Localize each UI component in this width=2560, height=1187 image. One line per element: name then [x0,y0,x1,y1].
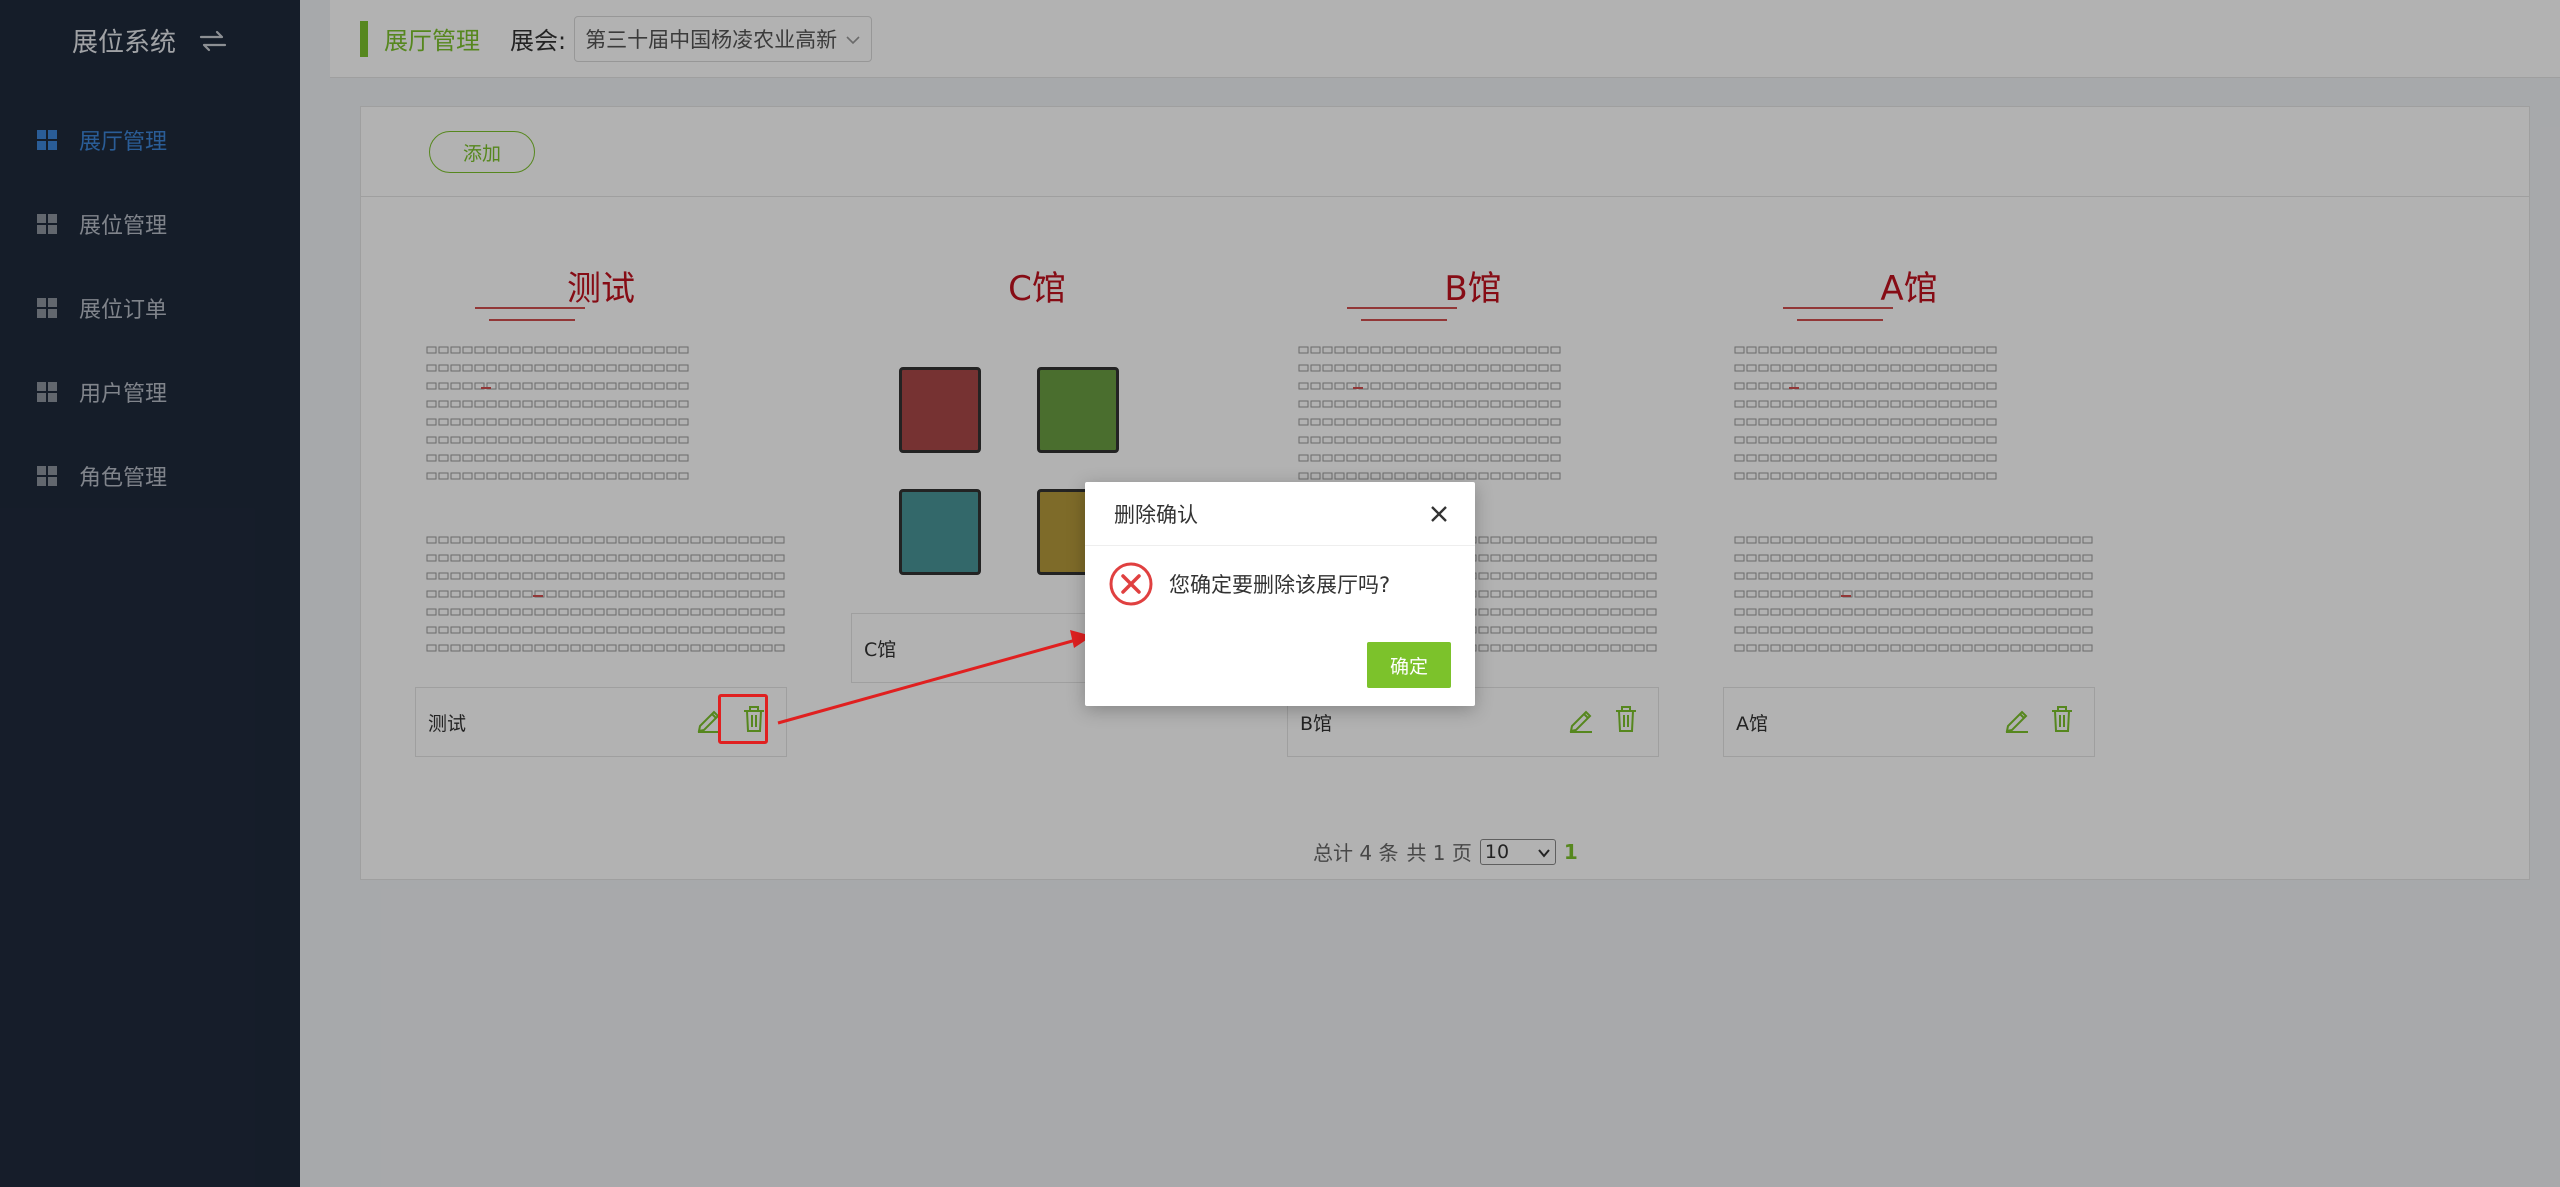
confirm-button[interactable]: 确定 [1367,642,1451,688]
close-icon[interactable] [1429,504,1449,524]
error-circle-icon [1107,560,1155,608]
dialog-message: 您确定要删除该展厅吗? [1169,573,1391,597]
dialog-title: 删除确认 [1114,502,1198,527]
delete-confirm-dialog: 删除确认 您确定要删除该展厅吗? 确定 [1085,482,1475,706]
dialog-header: 删除确认 [1085,482,1475,546]
dialog-body: 您确定要删除该展厅吗? [1085,546,1475,622]
